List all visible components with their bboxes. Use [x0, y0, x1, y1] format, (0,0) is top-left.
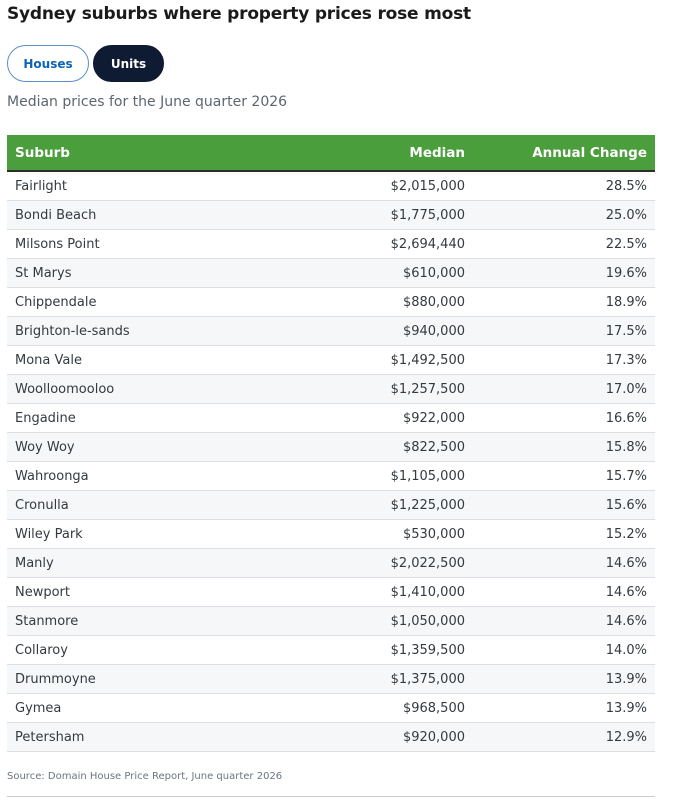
annual-change-cell: 13.9% — [605, 671, 647, 687]
column-header-median: Median — [409, 144, 465, 161]
table-row: Collaroy $1,359,500 14.0% — [7, 636, 655, 665]
table-row: Bondi Beach $1,775,000 25.0% — [7, 201, 655, 230]
table-row: Milsons Point $2,694,440 22.5% — [7, 230, 655, 259]
median-cell: $968,500 — [402, 700, 465, 716]
page-title: Sydney suburbs where property prices ros… — [7, 4, 471, 24]
table-row: Chippendale $880,000 18.9% — [7, 288, 655, 317]
median-cell: $2,015,000 — [390, 178, 465, 194]
suburb-cell: Gymea — [15, 700, 62, 716]
price-table: Suburb Median Annual Change Fairlight $2,… — [7, 135, 655, 752]
annual-change-cell: 15.8% — [605, 439, 647, 455]
suburb-cell: Collaroy — [15, 642, 68, 658]
annual-change-cell: 15.7% — [605, 468, 647, 484]
table-row: Drummoyne $1,375,000 13.9% — [7, 665, 655, 694]
suburb-cell: Manly — [15, 555, 54, 571]
bottom-divider — [7, 796, 655, 797]
annual-change-cell: 14.6% — [605, 555, 647, 571]
table-row: St Marys $610,000 19.6% — [7, 259, 655, 288]
source-note: Source: Domain House Price Report, June … — [7, 771, 283, 782]
median-cell: $1,225,000 — [390, 497, 465, 513]
median-cell: $610,000 — [402, 265, 465, 281]
table-row: Woolloomooloo $1,257,500 17.0% — [7, 375, 655, 404]
suburb-cell: Petersham — [15, 729, 85, 745]
table-row: Manly $2,022,500 14.6% — [7, 549, 655, 578]
median-cell: $922,000 — [402, 410, 465, 426]
annual-change-cell: 14.6% — [605, 584, 647, 600]
table-row: Gymea $968,500 13.9% — [7, 694, 655, 723]
suburb-cell: Mona Vale — [15, 352, 82, 368]
table-row: Wiley Park $530,000 15.2% — [7, 520, 655, 549]
table-row: Brighton-le-sands $940,000 17.5% — [7, 317, 655, 346]
median-cell: $1,375,000 — [390, 671, 465, 687]
column-header-annual-change: Annual Change — [532, 144, 647, 161]
annual-change-cell: 22.5% — [605, 236, 647, 252]
table-row: Engadine $922,000 16.6% — [7, 404, 655, 433]
suburb-cell: Engadine — [15, 410, 76, 426]
median-cell: $2,694,440 — [390, 236, 465, 252]
table-header: Suburb Median Annual Change — [7, 135, 655, 172]
annual-change-cell: 15.6% — [605, 497, 647, 513]
median-cell: $1,257,500 — [390, 381, 465, 397]
annual-change-cell: 28.5% — [605, 178, 647, 194]
annual-change-cell: 17.5% — [605, 323, 647, 339]
table-body: Fairlight $2,015,000 28.5% Bondi Beach $1,77… — [7, 172, 655, 752]
table-row: Newport $1,410,000 14.6% — [7, 578, 655, 607]
median-cell: $530,000 — [402, 526, 465, 542]
table-row: Mona Vale $1,492,500 17.3% — [7, 346, 655, 375]
median-cell: $1,050,000 — [390, 613, 465, 629]
tab-houses[interactable]: Houses — [7, 45, 89, 82]
suburb-cell: Stanmore — [15, 613, 79, 629]
table-row: Wahroonga $1,105,000 15.7% — [7, 462, 655, 491]
suburb-cell: Fairlight — [15, 178, 68, 194]
suburb-cell: Chippendale — [15, 294, 97, 310]
column-header-suburb: Suburb — [15, 144, 70, 161]
suburb-cell: Brighton-le-sands — [15, 323, 130, 339]
annual-change-cell: 18.9% — [605, 294, 647, 310]
subtitle: Median prices for the June quarter 2026 — [7, 94, 288, 110]
median-cell: $1,359,500 — [390, 642, 465, 658]
property-type-tabs: Houses Units — [7, 45, 164, 83]
annual-change-cell: 17.0% — [605, 381, 647, 397]
table-row: Stanmore $1,050,000 14.6% — [7, 607, 655, 636]
table-row: Woy Woy $822,500 15.8% — [7, 433, 655, 462]
suburb-cell: Woolloomooloo — [15, 381, 115, 397]
suburb-cell: Wahroonga — [15, 468, 89, 484]
tab-units[interactable]: Units — [93, 45, 164, 82]
annual-change-cell: 15.2% — [605, 526, 647, 542]
annual-change-cell: 17.3% — [605, 352, 647, 368]
table-row: Fairlight $2,015,000 28.5% — [7, 172, 655, 201]
annual-change-cell: 12.9% — [605, 729, 647, 745]
median-cell: $940,000 — [402, 323, 465, 339]
annual-change-cell: 16.6% — [605, 410, 647, 426]
annual-change-cell: 14.6% — [605, 613, 647, 629]
median-cell: $1,492,500 — [390, 352, 465, 368]
suburb-cell: Milsons Point — [15, 236, 100, 252]
table-row: Cronulla $1,225,000 15.6% — [7, 491, 655, 520]
median-cell: $920,000 — [402, 729, 465, 745]
annual-change-cell: 25.0% — [605, 207, 647, 223]
median-cell: $880,000 — [402, 294, 465, 310]
suburb-cell: St Marys — [15, 265, 72, 281]
annual-change-cell: 13.9% — [605, 700, 647, 716]
median-cell: $2,022,500 — [390, 555, 465, 571]
suburb-cell: Woy Woy — [15, 439, 75, 455]
table-row: Petersham $920,000 12.9% — [7, 723, 655, 752]
suburb-cell: Bondi Beach — [15, 207, 97, 223]
median-cell: $1,105,000 — [390, 468, 465, 484]
median-cell: $1,775,000 — [390, 207, 465, 223]
suburb-cell: Wiley Park — [15, 526, 83, 542]
annual-change-cell: 19.6% — [605, 265, 647, 281]
annual-change-cell: 14.0% — [605, 642, 647, 658]
suburb-cell: Drummoyne — [15, 671, 96, 687]
suburb-cell: Cronulla — [15, 497, 69, 513]
median-cell: $822,500 — [402, 439, 465, 455]
median-cell: $1,410,000 — [390, 584, 465, 600]
suburb-cell: Newport — [15, 584, 71, 600]
